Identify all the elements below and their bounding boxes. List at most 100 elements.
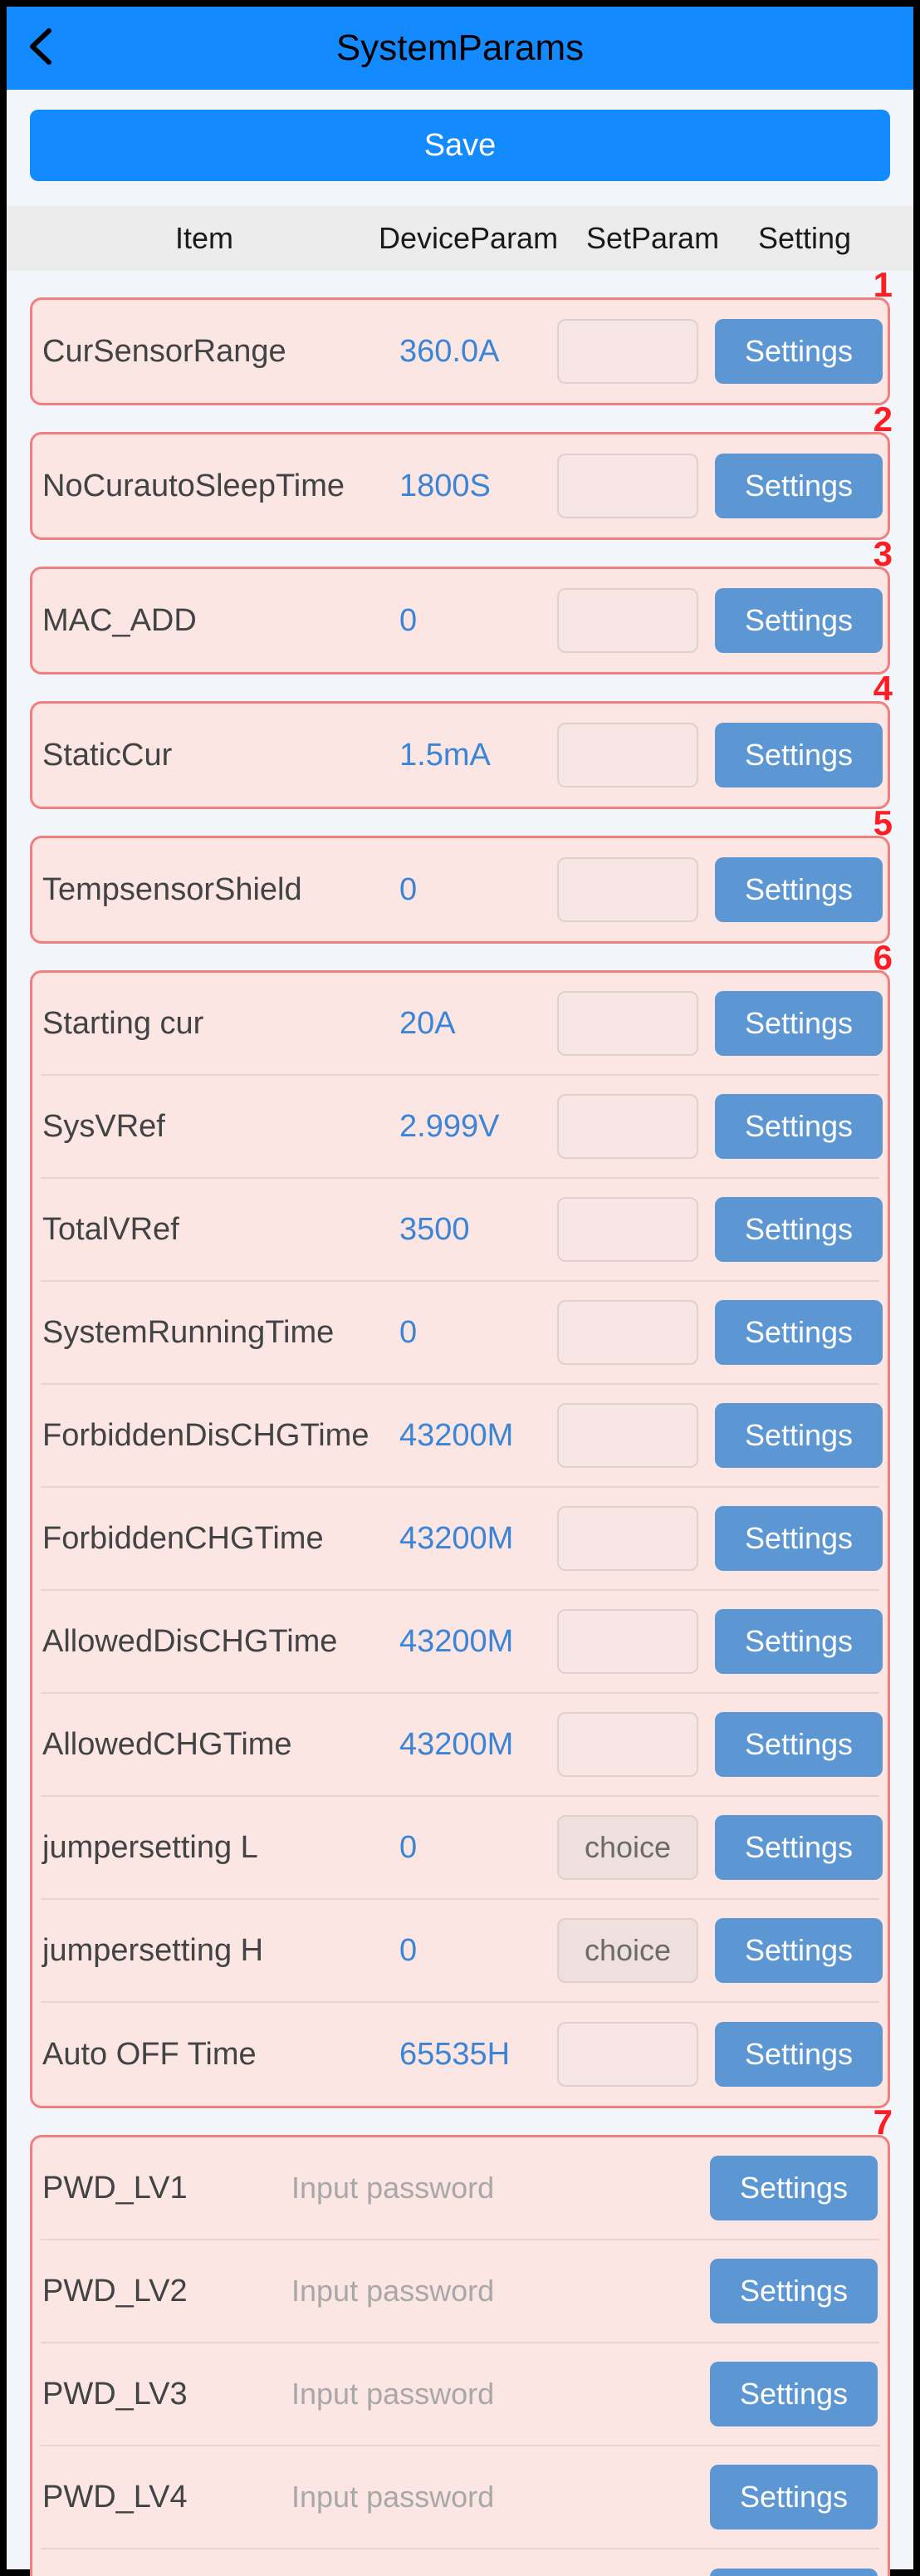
set-param-input[interactable] [557,1403,698,1468]
param-group-3: 3MAC_ADD0Settings [30,567,890,675]
set-param-input[interactable] [557,991,698,1056]
param-input-cell [557,1094,715,1159]
param-label: TotalVRef [42,1212,399,1248]
group-badge-6: 6 [874,938,893,978]
settings-button-cell: Settings [678,2569,878,2576]
param-label: SysVRef [42,1109,399,1145]
set-param-input[interactable] [557,857,698,922]
settings-button-cell: Settings [715,1506,883,1571]
param-input-cell [557,1300,715,1365]
set-param-choice[interactable]: choice [557,1918,698,1983]
set-param-input[interactable] [557,723,698,788]
set-param-input[interactable] [557,1506,698,1571]
settings-button[interactable]: Settings [715,319,883,384]
set-param-input[interactable] [557,588,698,653]
settings-button[interactable]: Settings [715,991,883,1056]
param-label: CurSensorRange [42,334,399,370]
set-param-input[interactable] [557,1609,698,1674]
set-param-input[interactable] [557,1197,698,1262]
set-param-input[interactable] [557,319,698,384]
param-input-cell [557,723,715,788]
param-value: 20A [399,1006,557,1042]
group-badge-2: 2 [874,400,893,439]
settings-button-cell: Settings [715,2022,883,2087]
set-param-input[interactable] [557,454,698,518]
param-value: 43200M [399,1727,557,1763]
group-badge-4: 4 [874,669,893,709]
param-row: TempsensorShield0Settings [41,838,879,941]
back-button[interactable] [7,27,73,70]
param-group-1: 1CurSensorRange360.0ASettings [30,297,890,405]
settings-button-cell: Settings [715,1815,883,1880]
param-label: AllowedDisCHGTime [42,1624,399,1660]
param-row: SysVRef2.999VSettings [41,1076,879,1179]
param-row: Starting cur20ASettings [41,973,879,1076]
param-value: 43200M [399,1418,557,1454]
settings-button[interactable]: Settings [715,1094,883,1159]
param-value: 1.5mA [399,738,557,773]
set-param-input[interactable] [557,1300,698,1365]
param-value: 2.999V [399,1109,557,1145]
settings-button[interactable]: Settings [715,1918,883,1983]
param-label: MAC_ADD [42,603,399,639]
settings-button-cell: Settings [678,2156,878,2220]
settings-button[interactable]: Settings [715,1609,883,1674]
password-input[interactable] [283,2480,678,2515]
param-value: 1800S [399,469,557,504]
param-input-cell [557,1506,715,1571]
param-value: 43200M [399,1521,557,1557]
settings-button[interactable]: Settings [715,1712,883,1777]
param-input-cell [557,1197,715,1262]
settings-button[interactable]: Settings [710,2156,878,2220]
settings-button-cell: Settings [715,991,883,1056]
settings-button-cell: Settings [678,2465,878,2529]
group-badge-1: 1 [874,265,893,305]
param-group-6: 6Starting cur20ASettingsSysVRef2.999VSet… [30,970,890,2108]
settings-button[interactable]: Settings [710,2362,878,2426]
param-row: PWD_LV2 Settings [41,2240,879,2343]
password-input[interactable] [283,2171,678,2206]
settings-button[interactable]: Settings [715,857,883,922]
set-param-input[interactable] [557,1712,698,1777]
save-button[interactable]: Save [30,110,890,181]
settings-button[interactable]: Settings [715,2022,883,2087]
param-row: StaticCur1.5mASettings [41,704,879,807]
set-param-input[interactable] [557,1094,698,1159]
settings-button[interactable]: Settings [715,454,883,518]
param-input-cell [557,857,715,922]
settings-button[interactable]: Settings [715,588,883,653]
param-label: Starting cur [42,1006,399,1042]
password-input[interactable] [283,2377,678,2412]
param-input-cell [557,991,715,1056]
settings-button-cell: Settings [715,1094,883,1159]
set-param-input[interactable] [557,2022,698,2087]
param-row: ForbiddenDisCHGTime43200MSettings [41,1385,879,1488]
page-title: SystemParams [7,27,913,69]
settings-button[interactable]: Settings [715,1506,883,1571]
param-label: PWD_LV4 [42,2480,283,2515]
settings-button[interactable]: Settings [715,1815,883,1880]
settings-button-cell: Settings [715,1300,883,1365]
chevron-left-icon [27,27,52,66]
settings-button-cell: Settings [715,454,883,518]
settings-button[interactable]: Settings [715,1197,883,1262]
param-label: SystemRunningTime [42,1315,399,1351]
settings-button[interactable]: Settings [715,1403,883,1468]
settings-button[interactable]: Settings [710,2465,878,2529]
param-row: CurSensorRange360.0ASettings [41,300,879,403]
param-input-cell [557,1712,715,1777]
settings-button[interactable]: Settings [715,1300,883,1365]
settings-button-cell: Settings [715,723,883,788]
param-row: jumpersetting L0choiceSettings [41,1797,879,1900]
param-label: AllowedCHGTime [42,1727,399,1763]
param-value: 65535H [399,2037,557,2073]
set-param-choice[interactable]: choice [557,1815,698,1880]
param-row: Auto OFF Time65535HSettings [41,2003,879,2106]
param-group-7: 7PWD_LV1SettingsPWD_LV2SettingsPWD_LV3Se… [30,2135,890,2576]
settings-button[interactable]: Settings [710,2259,878,2323]
settings-button[interactable]: Settings [715,723,883,788]
param-label: PWD_LV2 [42,2274,283,2309]
password-input[interactable] [283,2274,678,2309]
settings-button[interactable]: Settings [710,2569,878,2576]
param-label: NoCurautoSleepTime [42,469,399,504]
